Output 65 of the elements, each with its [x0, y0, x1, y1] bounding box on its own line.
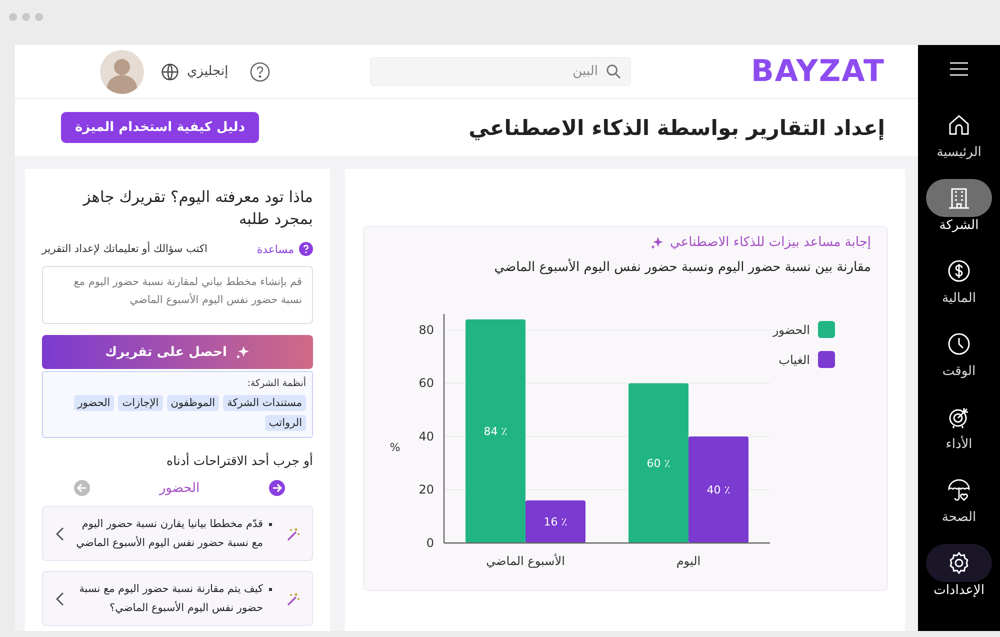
magic-wand-icon [286, 592, 300, 606]
logo: BAYZAT [750, 54, 885, 89]
suggestion-item[interactable]: كيف يتم مقارنة نسبة حضور اليوم مع نسبة حضور نفس اليوم الأسبوع الماضي؟ [42, 571, 313, 626]
menu-icon[interactable] [950, 62, 968, 76]
suggestion-category: الحضور [159, 480, 200, 496]
clock-icon [947, 332, 971, 356]
avatar-icon[interactable] [100, 50, 144, 94]
suggestions-heading: أو جرب أحد الاقتراحات أدناه [166, 453, 313, 468]
y-tick-label: 60 [418, 376, 434, 390]
y-axis-label: % [390, 441, 400, 454]
guide-button[interactable]: دليل كيفية استخدام الميزة [61, 112, 259, 143]
system-tag[interactable]: الإجازات [118, 395, 163, 412]
umbrella-heart-icon [947, 478, 971, 502]
system-tag[interactable]: الحضور [74, 395, 114, 412]
dollar-icon [947, 259, 971, 283]
systems-label: أنظمة الشركة: [246, 378, 306, 390]
value-label: 60 ٪ [646, 457, 670, 470]
settings-icon [947, 551, 971, 575]
help-link[interactable]: مساعدة [256, 242, 294, 256]
chevron-left-icon [55, 526, 65, 541]
suggestion-text: كيف يتم مقارنة نسبة حضور اليوم مع نسبة حضور نفس اليوم الأسبوع الماضي؟ [78, 582, 263, 616]
home-icon [947, 113, 971, 137]
chevron-left-icon [55, 592, 65, 606]
answer-title: إجابة مساعد بيزات للذكاء الاصطناعي [670, 235, 871, 250]
x-tick-label: اليوم [676, 554, 701, 568]
bullet-icon [269, 523, 272, 526]
instruction-label: اكتب سؤالك أو تعليماتك لإعداد التقرير [42, 243, 208, 256]
value-label: 40 ٪ [706, 484, 730, 497]
value-label: 84 ٪ [484, 425, 508, 438]
chart-subtitle: مقارنة بين نسبة حضور اليوم ونسبة حضور نفس اليوم الأسبوع الماضي [493, 260, 871, 275]
prompt-heading: ماذا تود معرفته اليوم؟ تقريرك جاهز بمجرد طلبه [82, 187, 313, 230]
x-tick-label: الأسبوع الماضي [486, 554, 565, 568]
sparkle-icon [650, 236, 664, 250]
sidebar-item[interactable]: الرئيسية [926, 106, 992, 161]
y-tick-label: 80 [418, 322, 434, 337]
system-tag[interactable]: مستندات الشركة [223, 395, 306, 412]
sidebar-item[interactable]: الأداء [926, 398, 992, 453]
target-icon [947, 405, 971, 429]
system-tag[interactable]: الموظفون [166, 395, 220, 412]
sidebar-item[interactable]: الصحة [926, 471, 992, 526]
building-icon [947, 186, 971, 210]
help-icon[interactable] [250, 62, 270, 82]
help-icon[interactable] [299, 242, 313, 256]
prompt-input[interactable]: قم بإنشاء مخطط بياني لمقارنة نسبة حضور اليوم مع نسبة حضور نفس اليوم الأسبوع الماضي [42, 266, 313, 324]
bullet-icon [269, 588, 272, 592]
globe-icon[interactable] [161, 62, 179, 80]
sidebar-item[interactable]: الوقت [926, 325, 992, 380]
page-title: إعداد التقارير بواسطة الذكاء الاصطناعي [468, 116, 885, 140]
legend-label: الحضور [772, 323, 810, 337]
get-report-button[interactable]: احصل على تقريرك [42, 335, 313, 370]
y-tick-label: 40 [418, 430, 434, 444]
sparkle-icon [234, 344, 250, 360]
system-tag[interactable]: الرواتب [264, 415, 306, 432]
arrow-right-icon[interactable] [269, 480, 285, 496]
value-label: 16 ٪ [544, 516, 568, 529]
suggestion-text: قدّم مخططا بيانيا يقارن نسبة حضور اليوم مع نسبة حضور نفس اليوم الأسبوع الماضي [75, 517, 263, 551]
sidebar-item[interactable]: المالية [926, 252, 992, 307]
suggestion-item[interactable]: قدّم مخططا بيانيا يقارن نسبة حضور اليوم مع نسبة حضور نفس اليوم الأسبوع الماضي [42, 506, 313, 562]
magic-wand-icon [286, 526, 300, 541]
search-icon [606, 64, 621, 79]
search-field[interactable]: البين [370, 57, 631, 86]
y-tick-label: 20 [418, 482, 434, 497]
legend-label: الغياب [778, 353, 810, 367]
y-tick-label: 0 [426, 536, 434, 550]
language-link[interactable]: إنجليزي [187, 64, 228, 79]
